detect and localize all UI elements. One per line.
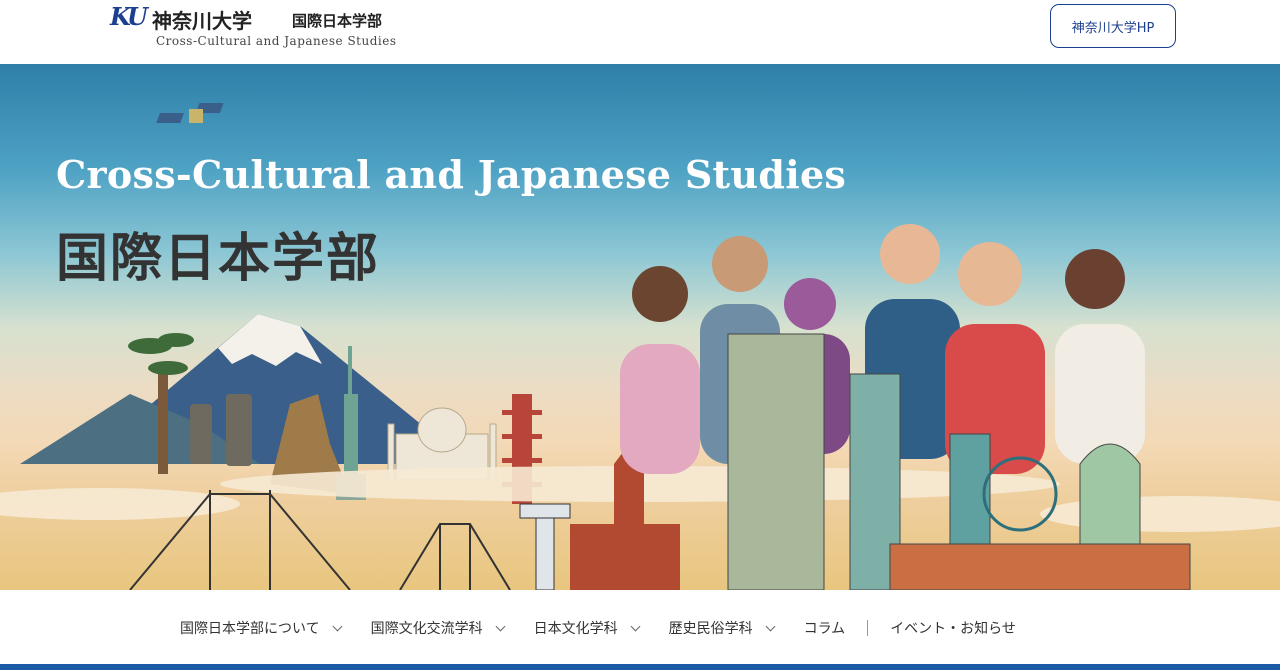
- university-hp-button[interactable]: 神奈川大学HP: [1050, 4, 1176, 48]
- chevron-down-icon: [332, 621, 343, 631]
- nav-item-label: 歴史民俗学科: [668, 621, 753, 637]
- global-nav: 国際日本学部について 国際文化交流学科 日本文化学科 歴史民俗学科 コラム イベ…: [0, 590, 1280, 664]
- chevron-down-icon: [495, 621, 506, 631]
- nav-item-cross-cultural[interactable]: 国際文化交流学科: [370, 618, 506, 638]
- nav-item-label: 日本文化学科: [533, 621, 618, 637]
- site-header: KU 神奈川大学 国際日本学部 Cross-Cultural and Japan…: [0, 0, 1280, 64]
- satellite-icon: [156, 103, 224, 123]
- chevron-down-icon: [765, 621, 776, 631]
- nav-item-column[interactable]: コラム: [804, 618, 846, 638]
- port-tower: [519, 503, 571, 590]
- bottom-accent-bar: [0, 664, 1280, 670]
- hero-title-japanese: 国際日本学部: [56, 228, 381, 289]
- hero-banner: Cross-Cultural and Japanese Studies 国際日本…: [0, 64, 1280, 590]
- university-logo[interactable]: KU 神奈川大学 国際日本学部 Cross-Cultural and Japan…: [110, 2, 430, 52]
- nav-item-label: イベント・お知らせ: [890, 621, 1016, 637]
- nav-item-japanese-culture[interactable]: 日本文化学科: [533, 618, 641, 638]
- university-name: 神奈川大学: [152, 9, 252, 33]
- nav-list: 国際日本学部について 国際文化交流学科 日本文化学科 歴史民俗学科 コラム イベ…: [180, 618, 1046, 638]
- nav-item-history-folklore[interactable]: 歴史民俗学科: [668, 618, 776, 638]
- nav-item-label: 国際文化交流学科: [370, 621, 483, 637]
- hero-title-english: Cross-Cultural and Japanese Studies: [56, 152, 847, 197]
- nav-divider: [867, 620, 869, 636]
- nav-item-label: 国際日本学部について: [180, 621, 320, 637]
- nav-item-about[interactable]: 国際日本学部について: [180, 618, 343, 638]
- faculty-name: 国際日本学部: [292, 12, 383, 30]
- nav-item-label: コラム: [803, 621, 846, 637]
- chevron-down-icon: [630, 621, 641, 631]
- nav-item-events[interactable]: イベント・お知らせ: [890, 618, 1016, 638]
- hero-illustration: [0, 103, 1280, 590]
- ku-logo-mark: KU: [110, 2, 148, 31]
- faculty-english-name: Cross-Cultural and Japanese Studies: [156, 34, 397, 48]
